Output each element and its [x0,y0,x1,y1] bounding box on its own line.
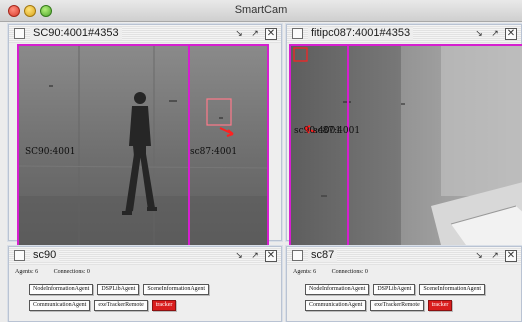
close-icon[interactable]: ✕ [265,249,277,262]
agent-buttons-row: CommunicationAgent exeTrackerRemote trac… [29,300,275,311]
agent-buttons-row: CommunicationAgent exeTrackerRemote trac… [305,300,515,311]
app-titlebar: SmartCam [0,0,522,22]
frame-title: fitipc087:4001#4353 [308,27,414,40]
frame-titlebar[interactable]: sc87 ↘ ↗ ✕ [287,247,521,265]
scene-information-agent-button[interactable]: SceneInformationAgent [419,284,485,295]
agent-panel-sc87[interactable]: sc87 ↘ ↗ ✕ Agents: 6 Connections: 0 Node… [286,246,522,322]
agents-count: Agents: 6 [293,269,317,275]
agent-stats: Agents: 6 Connections: 0 [293,269,515,279]
frame-title: sc90 [30,249,60,262]
close-icon[interactable]: ✕ [265,27,277,40]
connections-count: Connections: 0 [53,269,90,275]
overlay-label: SC90:4001 [25,147,76,157]
maximize-icon[interactable]: ↗ [489,250,501,262]
iconify-icon[interactable]: ↘ [473,28,485,40]
frame-title: sc87 [308,249,338,262]
close-icon[interactable]: ✕ [505,27,517,40]
camera-image [291,46,522,245]
agent-panel-body: Agents: 6 Connections: 0 NodeInformation… [15,269,275,311]
frame-menu-icon[interactable] [292,250,303,261]
camera-image [19,46,267,245]
iconify-icon[interactable]: ↘ [233,28,245,40]
exe-tracker-remote-button[interactable]: exeTrackerRemote [370,300,424,311]
iconify-icon[interactable]: ↘ [233,250,245,262]
frame-title: SC90:4001#4353 [30,27,122,40]
agent-buttons-row: NodeInformationAgent DSPLibAgent SceneIn… [305,284,515,295]
dsplib-agent-button[interactable]: DSPLibAgent [97,284,140,295]
iconify-icon[interactable]: ↘ [473,250,485,262]
agent-stats: Agents: 6 Connections: 0 [15,269,275,279]
frame-titlebar[interactable]: sc90 ↘ ↗ ✕ [9,247,281,265]
tracker-button[interactable]: tracker [151,300,177,311]
frame-menu-icon[interactable] [292,28,303,39]
frame-titlebar[interactable]: fitipc087:4001#4353 ↘ ↗ ✕ [287,25,521,43]
agent-panel-body: Agents: 6 Connections: 0 NodeInformation… [293,269,515,311]
frame-menu-icon[interactable] [14,250,25,261]
frame-titlebar[interactable]: SC90:4001#4353 ↘ ↗ ✕ [9,25,281,43]
camera-window-sc90[interactable]: SC90:4001#4353 ↘ ↗ ✕ SC90:4001 sc87:4001 [8,24,282,247]
maximize-icon[interactable]: ↗ [249,28,261,40]
agent-panel-sc90[interactable]: sc90 ↘ ↗ ✕ Agents: 6 Connections: 0 Node… [8,246,282,322]
app-title: SmartCam [234,4,288,16]
camera-window-fitipc087[interactable]: fitipc087:4001#4353 ↘ ↗ ✕ sc90:4001 sc87… [286,24,522,247]
maximize-icon[interactable]: ↗ [249,250,261,262]
overlay-label: sc87:4001 [313,126,361,136]
communication-agent-button[interactable]: CommunicationAgent [305,300,367,311]
agents-count: Agents: 6 [15,269,39,275]
frame-menu-icon[interactable] [14,28,25,39]
overlay-label: sc87:4001 [190,147,238,157]
close-icon[interactable]: ✕ [505,249,517,262]
tracker-button[interactable]: tracker [427,300,453,311]
camera-video-feed[interactable]: sc90:4001 sc87:4001 [289,44,522,247]
maximize-icon[interactable]: ↗ [489,28,501,40]
scene-information-agent-button[interactable]: SceneInformationAgent [143,284,209,295]
dsplib-agent-button[interactable]: DSPLibAgent [373,284,416,295]
node-information-agent-button[interactable]: NodeInformationAgent [29,284,94,295]
communication-agent-button[interactable]: CommunicationAgent [29,300,91,311]
node-information-agent-button[interactable]: NodeInformationAgent [305,284,370,295]
connections-count: Connections: 0 [331,269,368,275]
agent-buttons-row: NodeInformationAgent DSPLibAgent SceneIn… [29,284,275,295]
camera-video-feed[interactable]: SC90:4001 sc87:4001 [17,44,269,247]
exe-tracker-remote-button[interactable]: exeTrackerRemote [94,300,148,311]
